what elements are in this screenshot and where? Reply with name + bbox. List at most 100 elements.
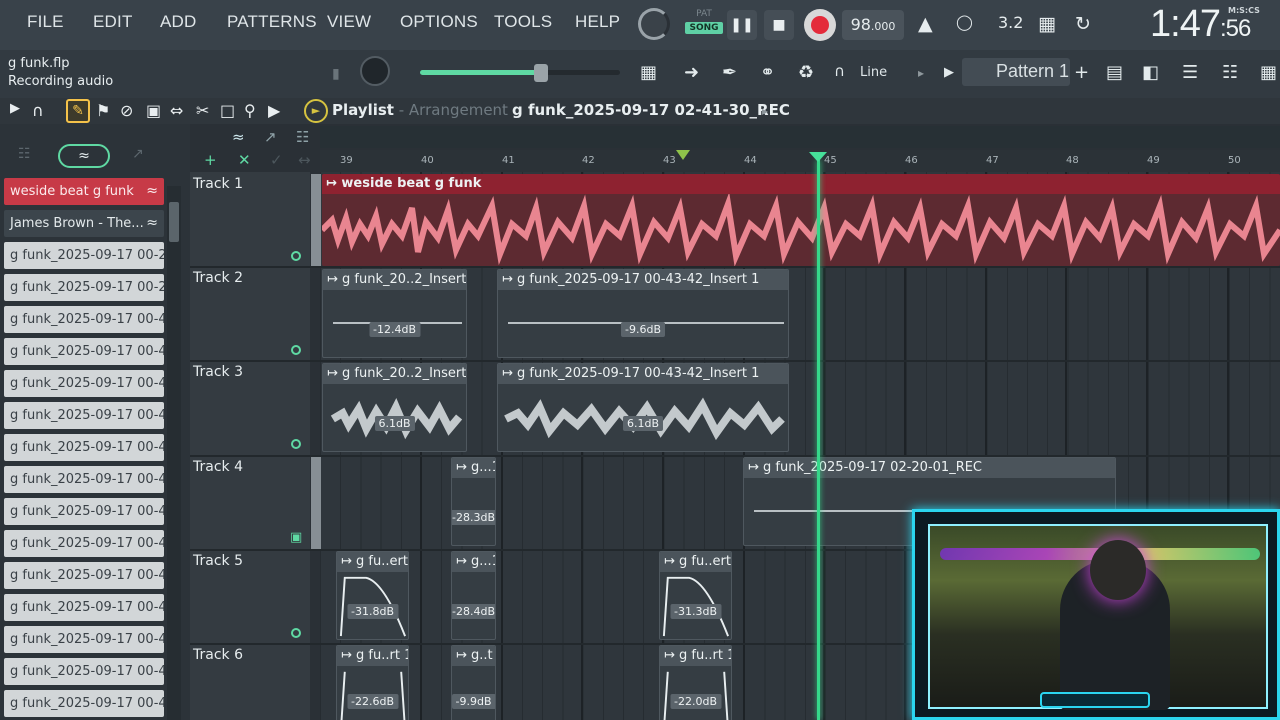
track-mute-led[interactable] [291,439,301,449]
browser-item[interactable]: g funk_2025-09-17 00-2... [4,274,164,301]
arrow-right-icon[interactable]: ➜ [684,62,699,83]
browser-item[interactable]: g funk_2025-09-17 00-4... [4,562,164,589]
browser-item[interactable]: g funk_2025-09-17 00-4... [4,402,164,429]
pattern-clip-icon[interactable]: ☷ [296,128,309,146]
metronome-icon[interactable]: ▲ [918,13,933,35]
audio-clip[interactable]: ↦ g..t 1 -9.9dB [451,645,496,720]
track-resize-grip[interactable] [311,457,321,549]
automation-clip-icon[interactable]: ↗ [264,128,277,146]
track-mute-led[interactable] [291,345,301,355]
slice-tool-icon[interactable]: ✂ [196,101,209,120]
loop-marker[interactable] [676,150,690,160]
snap-mode-label[interactable]: Line [860,65,887,80]
picker-scrollbar-thumb[interactable] [169,202,179,242]
delete-tool-icon[interactable]: ⊘ [120,101,133,120]
automation-picker-icon[interactable]: ↗ [132,146,144,162]
wait-input-icon[interactable]: ◯ [956,13,973,31]
browser-item[interactable]: weside beat g funk ≈ [4,178,164,205]
track-mute-led[interactable] [291,251,301,261]
track-name[interactable]: Track 6 [193,647,243,663]
zoom-tool-icon[interactable]: ⚲ [244,101,256,120]
track-name[interactable]: Track 2 [193,270,243,286]
menu-edit[interactable]: EDIT [93,12,133,32]
resize-track-icon[interactable]: ↔ [298,151,311,169]
browser-item[interactable]: g funk_2025-09-17 00-4... [4,498,164,525]
browser-item[interactable]: g funk_2025-09-17 00-4... [4,690,164,717]
audio-clip[interactable]: ↦ g funk_2025-09-17 00-43-42_Insert 1 -9… [497,269,789,358]
browser-icon[interactable]: ▦ [1260,62,1277,83]
playlist-play-button[interactable]: ► [304,99,328,123]
menu-file[interactable]: FILE [27,12,64,32]
menu-add[interactable]: ADD [160,12,197,32]
master-pitch-knob[interactable] [638,8,670,40]
recording-arrow-icon[interactable]: ▸ [762,104,768,118]
playlist-window-icon[interactable]: ▤ [1106,62,1123,83]
audio-clip[interactable]: ↦ g fu..ert 1 -31.8dB [336,551,409,640]
remove-track-icon[interactable]: ✕ [238,151,251,169]
magnet-snap-icon[interactable]: ∩ [32,101,44,120]
audio-clip[interactable]: ↦ g fu..rt 1 -22.0dB [659,645,732,720]
pattern-picker-icon[interactable]: ☷ [18,146,31,162]
magnet-icon[interactable]: ∩ [834,62,845,80]
audio-clip[interactable]: ↦ g...1 -28.4dB [451,551,496,640]
browser-item[interactable]: James Brown - The... ≈ [4,210,164,237]
slip-tool-icon[interactable]: ⇔ [170,101,183,120]
mixer-icon[interactable]: ☷ [1222,62,1238,83]
audio-clip[interactable]: ↦ g fu..rt 1 -22.6dB [336,645,409,720]
playback-tool-icon[interactable]: ▶ [268,101,280,120]
stamp-icon[interactable]: ♻ [798,62,814,83]
browser-item[interactable]: g funk_2025-09-17 00-4... [4,658,164,685]
edit-track-icon[interactable]: ✓ [270,151,283,169]
audio-clip[interactable]: ↦ g fu..ert 1 -31.3dB [659,551,732,640]
track-name[interactable]: Track 3 [193,364,243,380]
track-name[interactable]: Track 1 [193,176,243,192]
track-resize-grip[interactable] [311,174,321,266]
track-name[interactable]: Track 5 [193,553,243,569]
mute-tool-icon[interactable]: ▣ [146,101,161,120]
audio-clip[interactable]: ↦ weside beat g funk [322,174,1280,266]
track-name[interactable]: Track 4 [193,459,243,475]
audio-clip[interactable]: ↦ g...1 -28.3dB [451,457,496,546]
track-mute-led[interactable] [291,628,301,638]
lock-icon[interactable]: ▣ [290,530,302,545]
browser-item[interactable]: g funk_2025-09-17 00-4... [4,338,164,365]
audio-clip-icon[interactable]: ≈ [232,128,245,146]
playhead-marker[interactable] [809,152,827,162]
add-pattern-icon[interactable]: + [1074,62,1089,83]
browser-item[interactable]: g funk_2025-09-17 00-4... [4,466,164,493]
master-volume-handle[interactable] [534,64,548,82]
pause-button[interactable]: ❚❚ [727,10,757,40]
record-button[interactable] [804,9,836,41]
link-icon[interactable]: ⚭ [760,62,775,83]
select-tool-icon[interactable]: □ [220,101,235,120]
menu-patterns[interactable]: PATTERNS [227,12,317,32]
pat-song-switch[interactable]: PAT SONG [685,8,723,42]
playlist-menu-arrow-icon[interactable]: ▶ [10,101,20,116]
menu-help[interactable]: HELP [575,12,620,32]
add-track-icon[interactable]: + [204,151,217,169]
pencil-icon[interactable]: ✒ [722,62,737,83]
keyboard-icon[interactable]: ▦ [640,62,657,83]
pattern-prev-icon[interactable]: ▶ [944,65,954,80]
tempo-display[interactable]: 98.000 [842,10,904,40]
playhead[interactable] [817,160,820,720]
step-edit-icon[interactable]: ▦ [1038,13,1056,35]
menu-view[interactable]: VIEW [327,12,371,32]
menu-options[interactable]: OPTIONS [400,12,478,32]
draw-tool-button[interactable]: ✎ [66,99,90,123]
snap-next-icon[interactable]: ▸ [918,66,924,80]
browser-item[interactable]: g funk_2025-09-17 00-4... [4,530,164,557]
audio-clip[interactable]: ↦ g funk_20..2_Insert 1 -12.4dB [322,269,467,358]
browser-item[interactable]: g funk_2025-09-17 00-4... [4,434,164,461]
piano-roll-icon[interactable]: ☰ [1182,62,1198,83]
audio-clip[interactable]: ↦ g funk_2025-09-17 00-43-42_Insert 1 6.… [497,363,789,452]
browser-item[interactable]: g funk_2025-09-17 00-4... [4,370,164,397]
browser-item[interactable]: g funk_2025-09-17 00-4... [4,626,164,653]
menu-tools[interactable]: TOOLS [494,12,552,32]
browser-item[interactable]: g funk_2025-09-17 00-2... [4,242,164,269]
browser-item[interactable]: g funk_2025-09-17 00-4... [4,594,164,621]
playlist-horizontal-scrollbar[interactable] [320,126,1280,148]
loop-record-icon[interactable]: ↻ [1075,13,1091,35]
stop-button[interactable]: ■ [764,10,794,40]
picker-scrollbar[interactable] [167,186,181,720]
